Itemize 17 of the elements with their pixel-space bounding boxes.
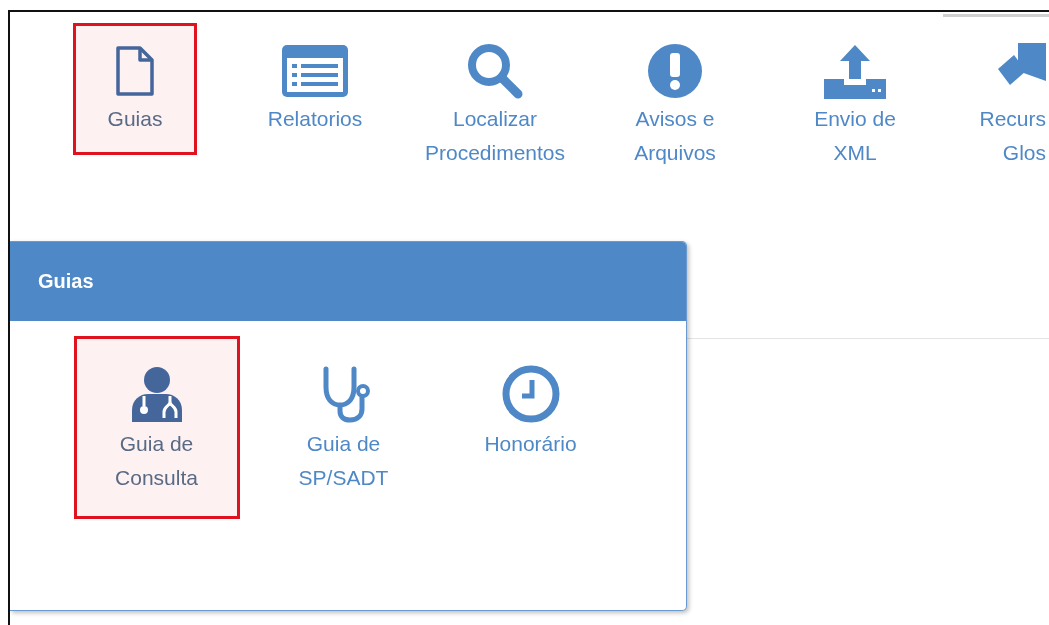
nav-item[interactable]: Recurs Glos [973,23,1049,189]
nav-item[interactable]: Relatorios [242,23,388,155]
nav-item[interactable]: Envio de XML [765,23,945,189]
doctor-icon [129,366,184,422]
list-icon [282,45,348,97]
nav-item[interactable]: Localizar Procedimentos [405,23,585,189]
nav-item[interactable]: Avisos e Arquivos [585,23,765,189]
search-icon [465,41,525,101]
upload-icon [824,43,886,99]
panel-title: Guias [38,270,94,293]
menu-item[interactable]: Guia de Consulta [73,336,240,519]
exclamation-icon [647,43,703,99]
document-icon [115,45,155,97]
menu-item[interactable]: Guia de SP/SADT [260,336,427,519]
menu-item[interactable]: Honorário [447,336,614,519]
clock-icon [501,365,560,423]
nav-item[interactable]: Guias [73,23,197,155]
